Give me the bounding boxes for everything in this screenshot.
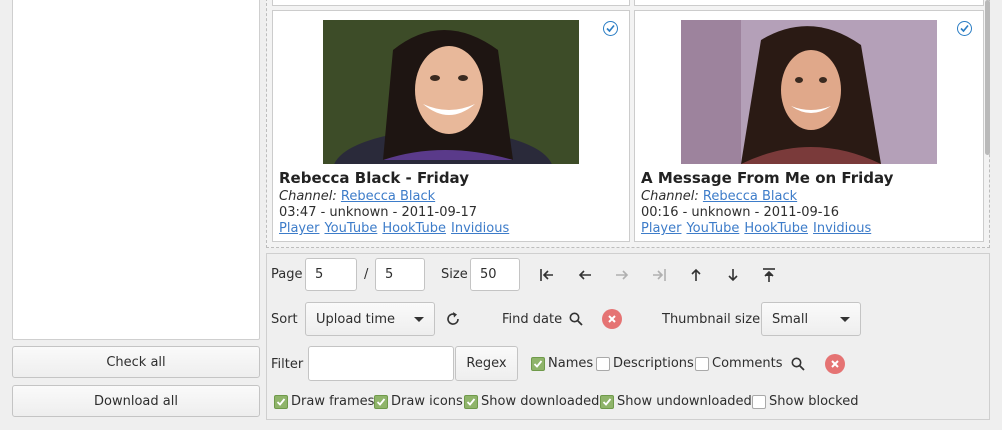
video-meta: 00:16 - unknown - 2011-09-16 bbox=[641, 205, 839, 220]
sort-selected-value: Upload time bbox=[316, 311, 396, 327]
invidious-link[interactable]: Invidious bbox=[813, 221, 871, 236]
check-all-button[interactable]: Check all bbox=[12, 346, 260, 378]
names-label: Names bbox=[548, 356, 594, 371]
youtube-link[interactable]: YouTube bbox=[324, 221, 377, 236]
channel-label: Channel: bbox=[641, 189, 699, 204]
draw-icons-checkbox[interactable]: Draw icons bbox=[374, 394, 463, 409]
checkbox-checked-icon[interactable] bbox=[464, 394, 478, 409]
clear-date-icon[interactable] bbox=[602, 309, 622, 329]
grid-scrollbar[interactable] bbox=[985, 0, 990, 155]
checked-icon[interactable] bbox=[957, 21, 972, 36]
show-downloaded-label: Show downloaded bbox=[481, 394, 600, 409]
video-list-panel[interactable] bbox=[12, 0, 260, 340]
show-blocked-checkbox[interactable]: Show blocked bbox=[752, 394, 859, 409]
regex-button[interactable]: Regex bbox=[455, 346, 518, 381]
thumbnail-size-label: Thumbnail size bbox=[662, 312, 761, 327]
filter-label: Filter bbox=[271, 357, 304, 372]
player-link[interactable]: Player bbox=[641, 221, 681, 236]
names-checkbox[interactable]: Names bbox=[531, 356, 593, 371]
descriptions-checkbox[interactable]: Descriptions bbox=[596, 356, 694, 371]
comments-label: Comments bbox=[712, 356, 783, 371]
draw-icons-label: Draw icons bbox=[391, 394, 463, 409]
checkbox-checked-icon[interactable] bbox=[531, 356, 545, 371]
page-size-input[interactable]: 50 bbox=[470, 258, 520, 291]
last-page-icon[interactable] bbox=[648, 264, 670, 286]
channel-link[interactable]: Rebecca Black bbox=[341, 189, 435, 204]
player-link[interactable]: Player bbox=[279, 221, 319, 236]
hooktube-link[interactable]: HookTube bbox=[382, 221, 446, 236]
search-icon[interactable] bbox=[565, 308, 587, 330]
download-all-button[interactable]: Download all bbox=[12, 385, 260, 417]
draw-frames-checkbox[interactable]: Draw frames bbox=[274, 394, 374, 409]
search-icon[interactable] bbox=[787, 353, 809, 375]
video-card-partial[interactable] bbox=[634, 0, 984, 6]
video-title: A Message From Me on Friday bbox=[641, 169, 894, 187]
show-undownloaded-label: Show undownloaded bbox=[617, 394, 752, 409]
invidious-link[interactable]: Invidious bbox=[451, 221, 509, 236]
show-downloaded-checkbox[interactable]: Show downloaded bbox=[464, 394, 599, 409]
video-card-partial[interactable] bbox=[272, 0, 630, 6]
video-title: Rebecca Black - Friday bbox=[279, 169, 469, 187]
sort-select[interactable]: Upload time bbox=[305, 302, 435, 336]
thumbnail-size-selected-value: Small bbox=[772, 311, 809, 327]
chevron-down-icon bbox=[414, 316, 424, 322]
checkbox-checked-icon[interactable] bbox=[374, 394, 388, 409]
video-links: Player YouTube HookTube Invidious bbox=[279, 221, 514, 236]
video-thumbnail[interactable] bbox=[323, 20, 579, 164]
video-meta: 03:47 - unknown - 2011-09-17 bbox=[279, 205, 477, 220]
descriptions-label: Descriptions bbox=[613, 356, 694, 371]
scroll-top-icon[interactable] bbox=[758, 264, 780, 286]
next-page-icon[interactable] bbox=[611, 264, 633, 286]
page-separator: / bbox=[364, 267, 369, 282]
checkbox-checked-icon[interactable] bbox=[274, 394, 288, 409]
checkbox-checked-icon[interactable] bbox=[600, 394, 614, 409]
video-channel: Channel: Rebecca Black bbox=[641, 189, 797, 204]
video-channel: Channel: Rebecca Black bbox=[279, 189, 435, 204]
arrow-up-icon[interactable] bbox=[685, 264, 707, 286]
channel-label: Channel: bbox=[279, 189, 337, 204]
filter-input[interactable] bbox=[308, 346, 454, 381]
checkbox-unchecked-icon[interactable] bbox=[752, 394, 766, 409]
checked-icon[interactable] bbox=[603, 21, 618, 36]
chevron-down-icon bbox=[840, 316, 850, 322]
arrow-down-icon[interactable] bbox=[722, 264, 744, 286]
first-page-icon[interactable] bbox=[536, 264, 558, 286]
previous-page-icon[interactable] bbox=[574, 264, 596, 286]
sort-label: Sort bbox=[271, 312, 298, 327]
page-input[interactable]: 5 bbox=[305, 258, 357, 291]
show-blocked-label: Show blocked bbox=[769, 394, 859, 409]
page-label: Page bbox=[271, 267, 303, 282]
video-links: Player YouTube HookTube Invidious bbox=[641, 221, 876, 236]
draw-frames-label: Draw frames bbox=[291, 394, 375, 409]
video-card[interactable]: A Message From Me on Friday Channel: Reb… bbox=[634, 10, 984, 242]
hooktube-link[interactable]: HookTube bbox=[744, 221, 808, 236]
channel-link[interactable]: Rebecca Black bbox=[703, 189, 797, 204]
video-card[interactable]: Rebecca Black - Friday Channel: Rebecca … bbox=[272, 10, 630, 242]
checkbox-unchecked-icon[interactable] bbox=[596, 356, 610, 371]
find-date-label: Find date bbox=[502, 312, 563, 327]
thumbnail-size-select[interactable]: Small bbox=[761, 302, 861, 336]
checkbox-unchecked-icon[interactable] bbox=[695, 356, 709, 371]
youtube-link[interactable]: YouTube bbox=[686, 221, 739, 236]
total-pages-field: 5 bbox=[375, 258, 425, 291]
show-undownloaded-checkbox[interactable]: Show undownloaded bbox=[600, 394, 752, 409]
clear-filter-icon[interactable] bbox=[825, 354, 845, 374]
comments-checkbox[interactable]: Comments bbox=[695, 356, 782, 371]
reverse-sort-icon[interactable] bbox=[442, 308, 464, 330]
video-thumbnail[interactable] bbox=[681, 20, 937, 164]
size-label: Size bbox=[441, 267, 468, 282]
